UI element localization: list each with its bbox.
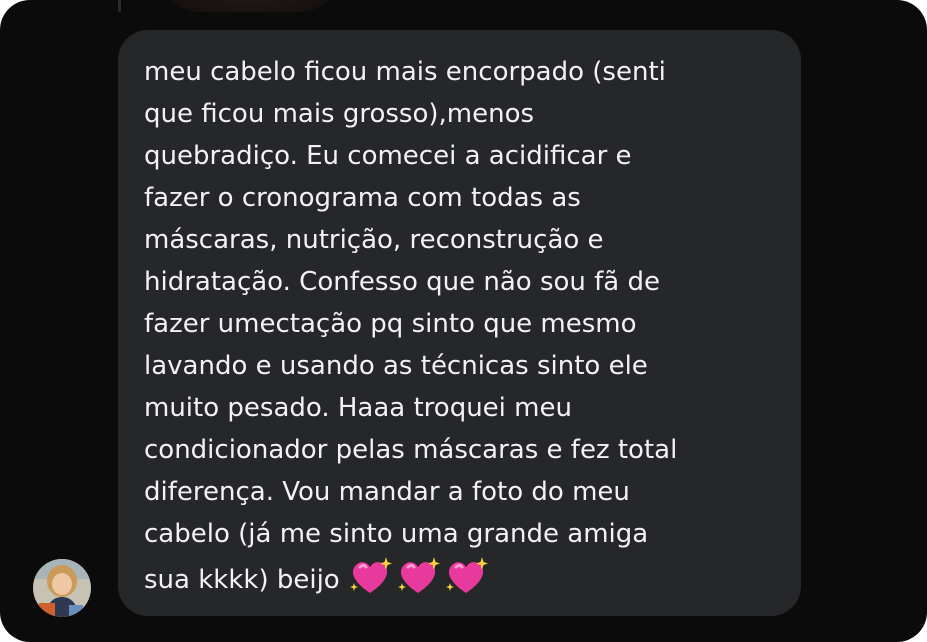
sender-avatar[interactable] [33,559,91,617]
profile-photo-avatar [33,559,91,617]
sparkling-heart-icon [445,557,488,593]
previous-shared-image[interactable] [160,0,340,12]
message-text: meu cabelo ficou mais encorpado (senti q… [144,51,777,610]
sparkling-heart-icon [349,557,392,593]
sparkling-heart-icon [397,557,440,593]
chat-screen: meu cabelo ficou mais encorpado (senti q… [0,0,927,642]
reply-indicator-line [118,0,121,12]
message-body: meu cabelo ficou mais encorpado (senti q… [144,57,678,595]
message-bubble[interactable]: meu cabelo ficou mais encorpado (senti q… [118,30,801,616]
emoji-group [348,555,488,610]
